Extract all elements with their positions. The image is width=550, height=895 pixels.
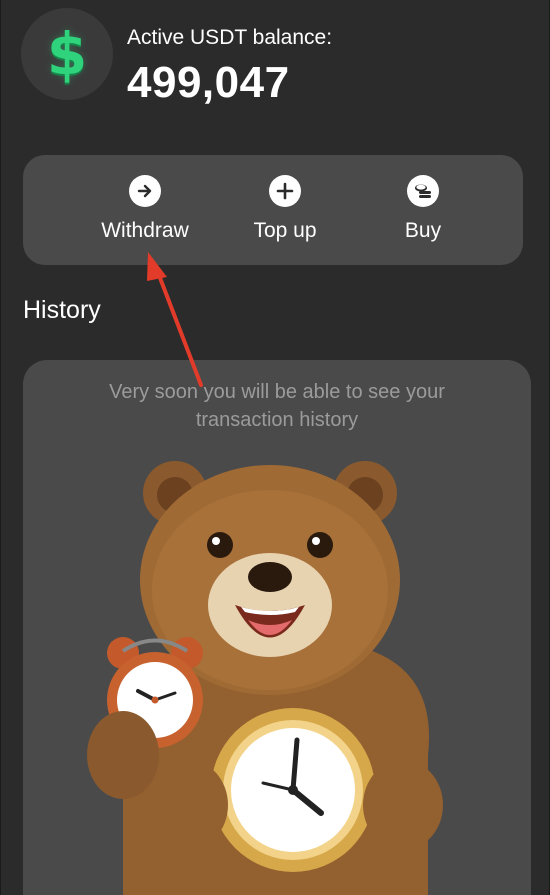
- balance-amount: 499,047: [127, 58, 290, 107]
- arrow-right-circle-icon: [129, 175, 161, 207]
- top-up-label: Top up: [253, 219, 317, 242]
- buy-label: Buy: [404, 219, 442, 242]
- wallet-actions-card: Withdraw Top up Buy: [23, 155, 523, 265]
- buy-button[interactable]: Buy: [353, 175, 493, 247]
- top-up-button[interactable]: Top up: [215, 175, 355, 247]
- history-empty-message: Very soon you will be able to see your t…: [109, 381, 445, 431]
- dollar-coin-icon: $: [21, 8, 113, 100]
- coins-icon: [407, 175, 439, 207]
- history-heading: History: [23, 296, 101, 324]
- balance-header: $ Active USDT balance: 499,047: [21, 8, 521, 118]
- history-card: Very soon you will be able to see your t…: [23, 360, 531, 895]
- balance-label: Active USDT balance:: [127, 26, 333, 49]
- plus-circle-icon: [269, 175, 301, 207]
- withdraw-button[interactable]: Withdraw: [75, 175, 215, 247]
- wallet-screen: $ Active USDT balance: 499,047 Withdraw …: [0, 0, 550, 895]
- withdraw-label: Withdraw: [101, 219, 189, 242]
- bear-with-clocks-illustration: [87, 461, 443, 895]
